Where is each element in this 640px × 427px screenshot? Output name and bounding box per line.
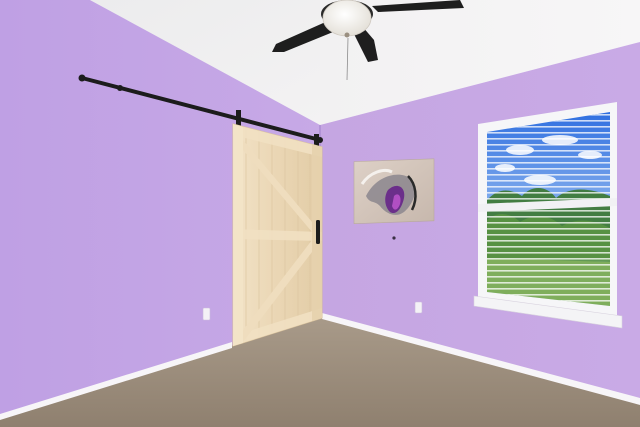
fan-light-globe <box>322 0 372 37</box>
outlet-left <box>202 307 211 321</box>
window <box>473 102 623 329</box>
wall-hook <box>392 236 396 240</box>
outlet-right <box>414 301 423 314</box>
barn-door[interactable] <box>232 123 323 347</box>
room-photo <box>0 0 640 427</box>
wall-art-canvas <box>353 158 435 224</box>
door-handle[interactable] <box>316 220 320 244</box>
room-illustration <box>0 0 640 427</box>
